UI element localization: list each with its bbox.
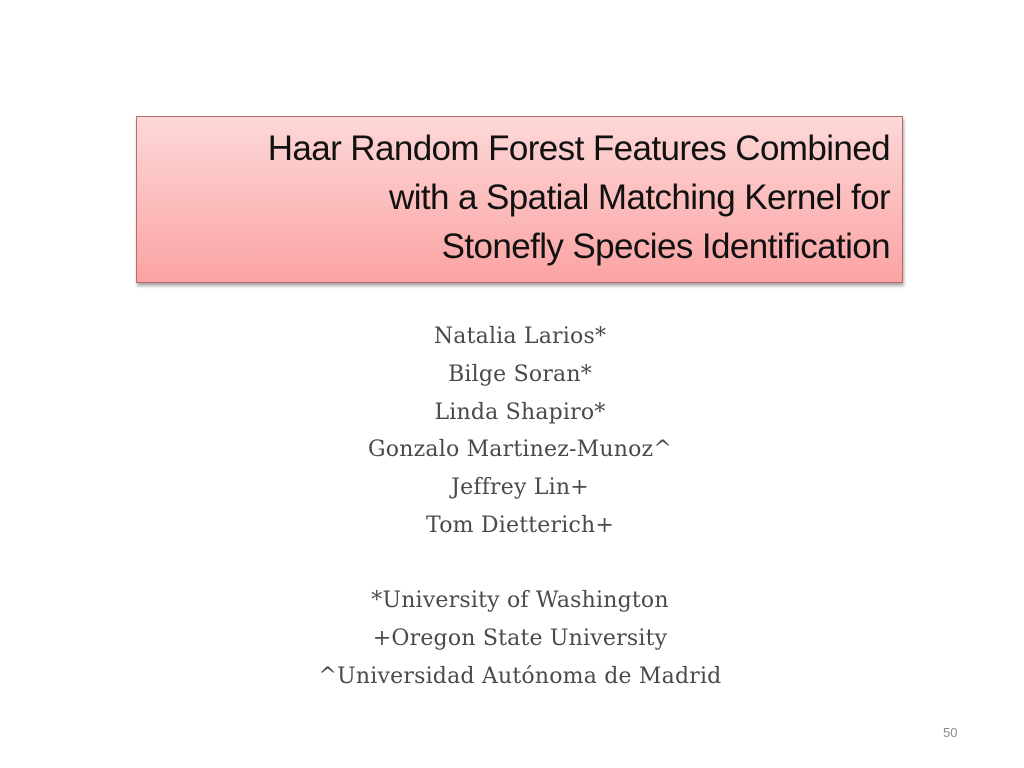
title-box: Haar Random Forest Features Combined wit… [136,116,903,283]
author-name: Bilge Soran* [448,361,592,387]
title-line: Stonefly Species Identification [441,227,891,266]
affiliation: +Oregon State University [372,625,668,651]
slide-title: Haar Random Forest Features Combined wit… [267,124,891,271]
author-name: Tom Dietterich+ [426,512,614,538]
page-number: 50 [943,725,958,740]
title-line: with a Spatial Matching Kernel for [389,178,891,217]
author-list: Natalia Larios* Bilge Soran* Linda Shapi… [0,318,1024,545]
affiliation-list: *University of Washington +Oregon State … [0,582,1024,695]
author-name: Natalia Larios* [433,324,607,349]
affiliation: ^Universidad Autónoma de Madrid [318,663,722,689]
title-line: Haar Random Forest Features Combined [267,129,891,168]
author-name: Gonzalo Martinez-Munoz^ [368,437,672,463]
author-name: Jeffrey Lin+ [451,475,589,501]
affiliation: *University of Washington [371,588,669,613]
slide: Haar Random Forest Features Combined wit… [0,0,1024,768]
author-name: Linda Shapiro* [434,399,606,425]
